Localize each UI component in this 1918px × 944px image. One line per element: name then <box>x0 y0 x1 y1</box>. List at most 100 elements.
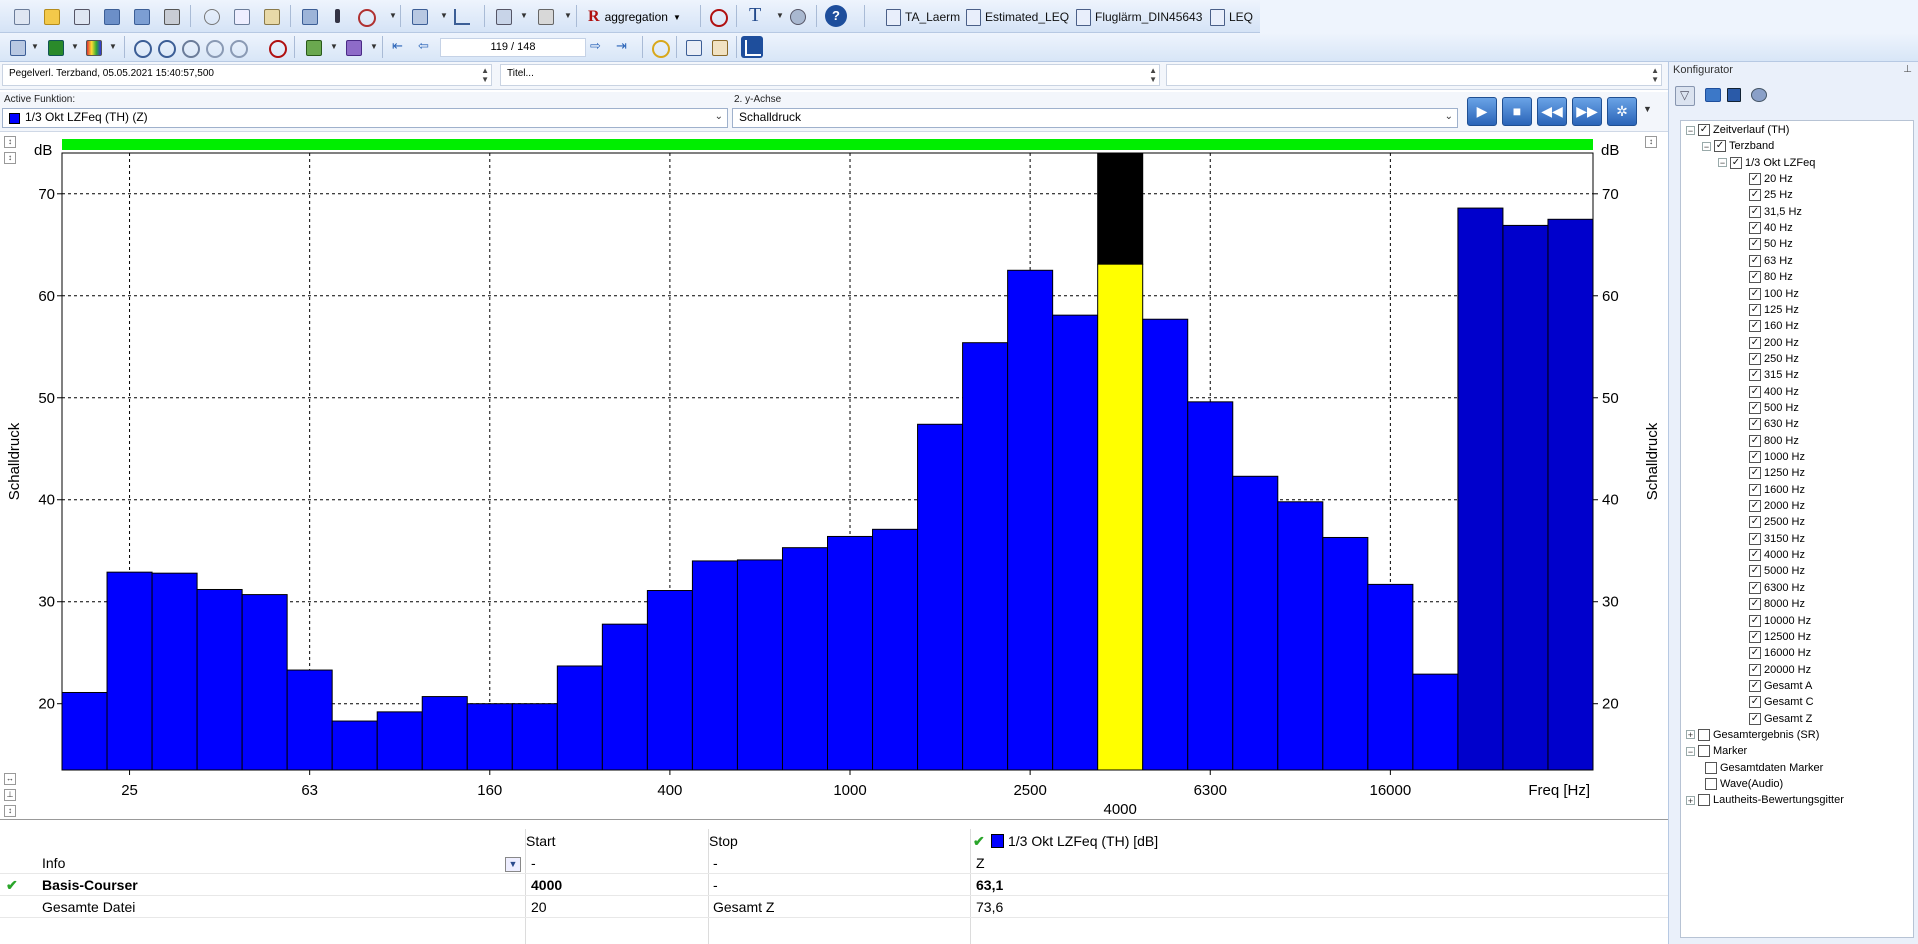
tree-node[interactable]: ✓ 10000 Hz <box>1749 613 1811 629</box>
page-counter-field[interactable]: 119 / 148 <box>440 38 586 57</box>
collapse-icon[interactable]: − <box>1686 125 1695 135</box>
tree-checkbox[interactable]: ✓ <box>1749 516 1761 529</box>
help-button[interactable]: ? <box>825 5 847 27</box>
expand-icon[interactable]: + <box>1686 730 1695 740</box>
active-function-select[interactable]: 1/3 Okt LZFeq (TH) (Z) ⌄ <box>2 108 728 128</box>
tree-checkbox[interactable]: ✓ <box>1749 205 1761 218</box>
table-button[interactable] <box>408 5 430 27</box>
tree-node[interactable]: ✓ 1000 Hz <box>1749 449 1805 465</box>
y-axis-select[interactable]: Schalldruck ⌄ <box>732 108 1458 128</box>
print-button[interactable] <box>160 5 182 27</box>
tree-checkbox[interactable]: ✓ <box>1749 336 1761 349</box>
settings-button[interactable] <box>786 5 808 27</box>
tree-node[interactable]: ✓ 6300 Hz <box>1749 580 1805 596</box>
tree-node[interactable]: ✓ 31,5 Hz <box>1749 204 1802 220</box>
tree-node[interactable]: ✓ 8000 Hz <box>1749 596 1805 612</box>
chevron-down-icon[interactable]: ▼ <box>31 42 39 51</box>
tree-checkbox[interactable]: ✓ <box>1749 712 1761 725</box>
tree-checkbox[interactable]: ✓ <box>1730 156 1742 169</box>
stop-button[interactable]: ■ <box>1502 97 1532 126</box>
tree-checkbox[interactable]: ✓ <box>1749 287 1761 300</box>
zoom-y-button[interactable] <box>226 36 248 58</box>
chevron-down-icon[interactable]: ▼ <box>389 11 397 20</box>
tree-checkbox[interactable]: ✓ <box>1749 614 1761 627</box>
tree-checkbox[interactable]: ✓ <box>1749 532 1761 545</box>
tree-checkbox[interactable]: ✓ <box>1749 451 1761 463</box>
tree-node[interactable]: ✓ 500 Hz <box>1749 400 1799 416</box>
tree-checkbox[interactable]: ✓ <box>1749 238 1761 251</box>
tree-node[interactable]: ✓ 50 Hz <box>1749 236 1793 252</box>
report-zoom-button[interactable] <box>265 36 287 58</box>
config-settings-icon[interactable] <box>1751 88 1767 102</box>
filter-button[interactable] <box>302 36 324 58</box>
tree-node[interactable]: ✓ Gesamt C <box>1749 694 1814 710</box>
expand-icon[interactable]: + <box>1686 795 1695 805</box>
tree-node[interactable]: + Lautheits-Bewertungsgitter <box>1686 792 1844 808</box>
filter-button[interactable]: ▽ <box>1675 86 1695 106</box>
doc-tab-estimated-leq[interactable]: Estimated_LEQ <box>966 6 1069 28</box>
tree-checkbox[interactable] <box>1698 794 1710 807</box>
tree-checkbox[interactable]: ✓ <box>1749 254 1761 267</box>
tree-node[interactable]: ✓ 40 Hz <box>1749 220 1793 236</box>
zoom-in-button[interactable] <box>130 36 152 58</box>
save-icon[interactable] <box>1727 88 1741 102</box>
weighting-button[interactable] <box>342 36 364 58</box>
marker-button[interactable] <box>326 5 348 27</box>
tree-node[interactable]: ✓ 80 Hz <box>1749 269 1793 285</box>
tree-checkbox[interactable]: ✓ <box>1749 369 1761 382</box>
doc-tab-fluglaerm[interactable]: Fluglärm_DIN45643 <box>1076 6 1202 28</box>
tree-node[interactable]: ✓ 12500 Hz <box>1749 629 1811 645</box>
info-filter-dropdown[interactable]: ▼ <box>505 857 521 872</box>
aggregation-dropdown[interactable]: R aggregation ▼ <box>588 6 681 28</box>
last-page-button[interactable]: ⇥ <box>612 36 634 58</box>
tree-checkbox[interactable]: ✓ <box>1749 679 1761 692</box>
tree-node[interactable]: ✓ 400 Hz <box>1749 384 1799 400</box>
chevron-down-icon[interactable]: ▼ <box>330 42 338 51</box>
tree-node[interactable]: ✓ Gesamt A <box>1749 678 1812 694</box>
extra-field[interactable]: ▲ ▼ <box>1166 64 1662 86</box>
refresh-button[interactable] <box>648 36 670 58</box>
tree-checkbox[interactable] <box>1705 778 1717 790</box>
tree-checkbox[interactable]: ✓ <box>1749 500 1761 513</box>
chevron-down-icon[interactable]: ▼ <box>109 42 117 51</box>
tree-node[interactable]: − ✓ 1/3 Okt LZFeq <box>1718 155 1815 171</box>
cursor-lines-button[interactable] <box>682 36 704 58</box>
tree-node[interactable]: ✓ 1600 Hz <box>1749 482 1805 498</box>
tree-node[interactable]: ✓ 630 Hz <box>1749 416 1799 432</box>
tree-node[interactable]: ✓ 2500 Hz <box>1749 514 1805 530</box>
tree-checkbox[interactable] <box>1705 761 1717 774</box>
tree-node[interactable]: − ✓ Zeitverlauf (TH) <box>1686 122 1789 138</box>
collapse-icon[interactable]: − <box>1702 141 1711 151</box>
open-folder-icon[interactable] <box>1705 88 1721 102</box>
tree-checkbox[interactable]: ✓ <box>1749 549 1761 562</box>
export-button[interactable] <box>708 36 730 58</box>
save-button[interactable] <box>100 5 122 27</box>
tree-node[interactable]: ✓ 16000 Hz <box>1749 645 1811 661</box>
open-folder-button[interactable] <box>40 5 62 27</box>
fast-forward-button[interactable]: ▶▶ <box>1572 97 1602 126</box>
prev-page-button[interactable]: ⇦ <box>414 36 436 58</box>
tree-node[interactable]: Gesamtdaten Marker <box>1705 760 1823 776</box>
tree-checkbox[interactable] <box>1698 728 1710 741</box>
tree-node[interactable]: ✓ 125 Hz <box>1749 302 1799 318</box>
tree-checkbox[interactable]: ✓ <box>1749 401 1761 414</box>
tree-node[interactable]: ✓ 2000 Hz <box>1749 498 1805 514</box>
tree-node[interactable]: ✓ 4000 Hz <box>1749 547 1805 563</box>
tree-node[interactable]: ✓ 315 Hz <box>1749 367 1799 383</box>
tree-node[interactable]: ✓ 20000 Hz <box>1749 662 1811 678</box>
tree-node[interactable]: ✓ 63 Hz <box>1749 253 1793 269</box>
tree-checkbox[interactable]: ✓ <box>1749 173 1761 186</box>
tree-checkbox[interactable]: ✓ <box>1749 696 1761 709</box>
tree-checkbox[interactable] <box>1698 745 1710 758</box>
graph-button[interactable] <box>741 36 763 58</box>
tree-checkbox[interactable]: ✓ <box>1749 352 1761 365</box>
copy-button[interactable] <box>230 5 252 27</box>
tree-checkbox[interactable]: ✓ <box>1749 663 1761 676</box>
colormap-button[interactable] <box>82 36 104 58</box>
first-page-button[interactable]: ⇤ <box>388 36 410 58</box>
tree-node[interactable]: ✓ 3150 Hz <box>1749 531 1805 547</box>
tree-checkbox[interactable]: ✓ <box>1698 124 1710 136</box>
tree-node[interactable]: ✓ Gesamt Z <box>1749 711 1812 727</box>
tree-node[interactable]: − Marker <box>1686 743 1747 759</box>
tree-node[interactable]: ✓ 800 Hz <box>1749 433 1799 449</box>
